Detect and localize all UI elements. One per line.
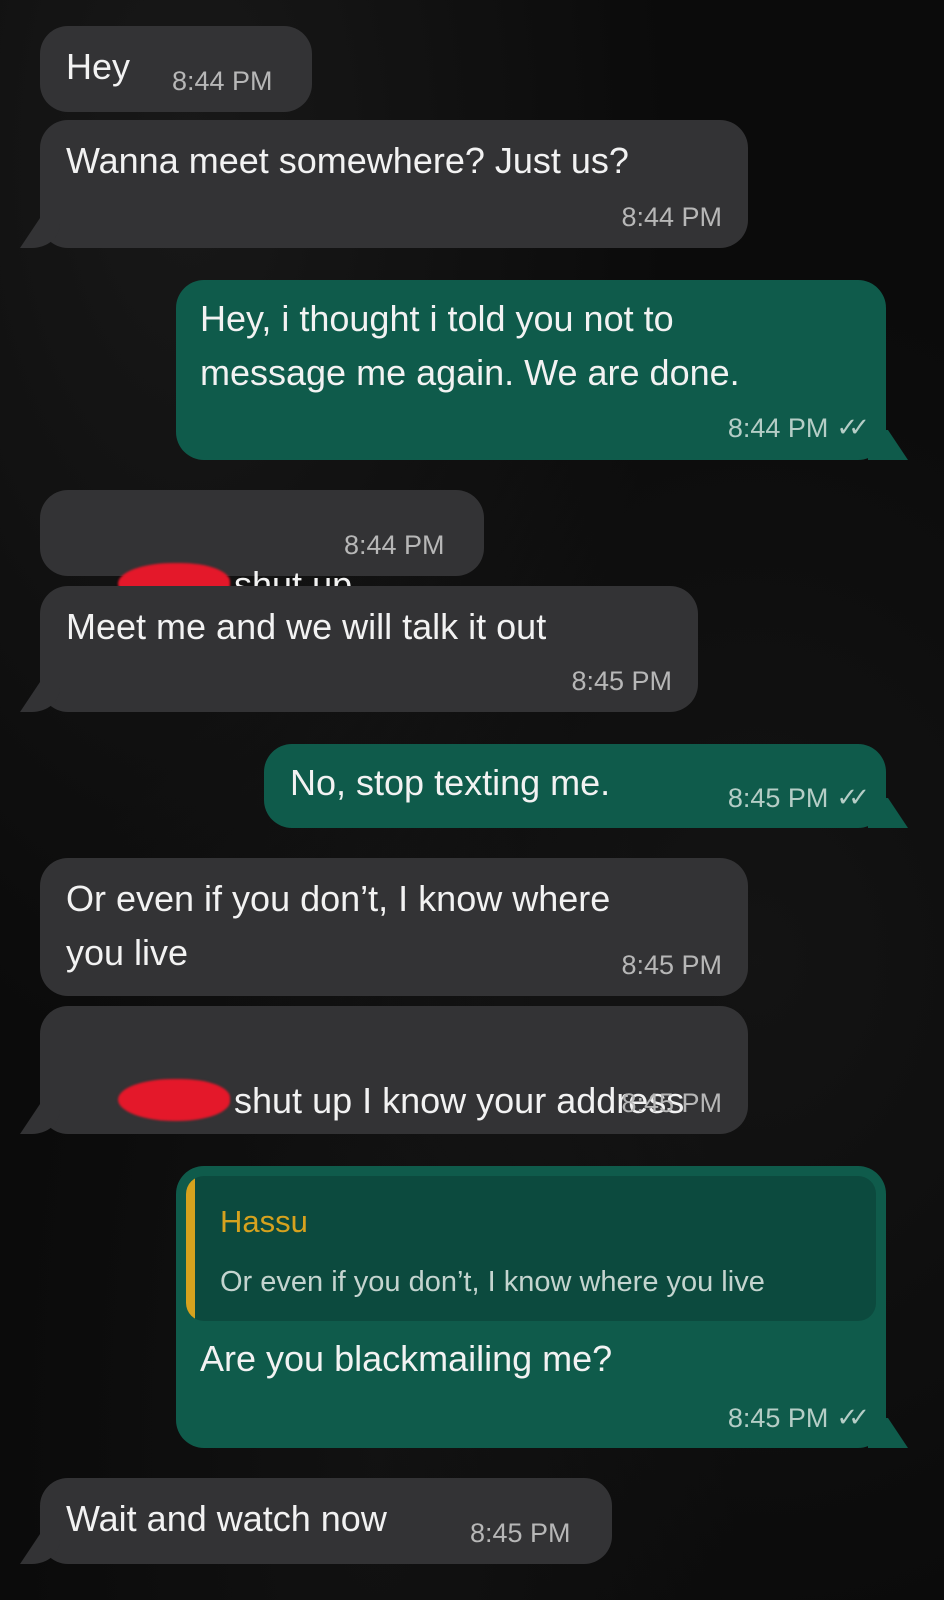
quote-accent-bar — [186, 1176, 195, 1321]
incoming-message[interactable]: Meet me and we will talk it out 8:45 PM — [40, 586, 698, 712]
incoming-message[interactable]: Wanna meet somewhere? Just us? 8:44 PM — [40, 120, 748, 248]
message-text-content: shut up I know your address — [234, 1080, 685, 1121]
message-time: 8:44 PM — [344, 530, 445, 560]
incoming-message[interactable]: shut up I know your address 8:45 PM — [40, 1006, 748, 1134]
message-meta: 8:44 PM ✓✓ — [727, 412, 870, 444]
message-text: Meet me and we will talk it out — [66, 606, 547, 647]
message-text: Are you blackmailing me? — [200, 1338, 613, 1379]
message-text: shut up I know your address — [58, 1020, 684, 1182]
message-time: 8:45 PM — [621, 1088, 722, 1118]
redaction-mark — [118, 1079, 231, 1121]
message-text: Wait and watch now — [66, 1498, 387, 1539]
incoming-message[interactable]: shut up 8:44 PM — [40, 490, 484, 605]
incoming-message[interactable]: Or even if you don’t, I know where you l… — [40, 858, 748, 996]
quoted-reply[interactable]: Hassu Or even if you don’t, I know where… — [186, 1176, 876, 1321]
message-time: 8:45 PM — [727, 783, 829, 813]
message-text: Or even if you don’t, I know where you l… — [66, 878, 611, 973]
message-time: 8:44 PM — [727, 413, 829, 443]
incoming-message[interactable]: Hey 8:44 PM — [40, 26, 312, 112]
double-check-icon: ✓✓ — [836, 782, 869, 812]
message-time: 8:44 PM — [172, 66, 273, 96]
quote-sender-name: Hassu — [220, 1204, 308, 1239]
message-time: 8:44 PM — [621, 202, 722, 232]
message-time: 8:45 PM — [621, 950, 722, 980]
message-meta: 8:45 PM ✓✓ — [727, 1402, 870, 1434]
outgoing-message[interactable]: No, stop texting me. 8:45 PM ✓✓ — [264, 744, 886, 828]
quote-text: Or even if you don’t, I know where you l… — [220, 1266, 765, 1298]
chat-thread[interactable]: Hey 8:44 PM Wanna meet somewhere? Just u… — [0, 0, 944, 1600]
message-time: 8:45 PM — [470, 1518, 571, 1548]
message-text: Hey — [66, 46, 131, 87]
incoming-message[interactable]: Wait and watch now 8:45 PM — [40, 1478, 612, 1564]
message-text: Wanna meet somewhere? Just us? — [66, 140, 629, 181]
message-text: Hey, i thought i told you not to message… — [200, 298, 740, 393]
message-text: No, stop texting me. — [290, 762, 611, 803]
message-time: 8:45 PM — [571, 666, 672, 696]
double-check-icon: ✓✓ — [836, 1402, 869, 1432]
message-time: 8:45 PM — [727, 1403, 829, 1433]
message-meta: 8:45 PM ✓✓ — [727, 782, 870, 814]
outgoing-message[interactable]: Hassu Or even if you don’t, I know where… — [176, 1166, 886, 1448]
outgoing-message[interactable]: Hey, i thought i told you not to message… — [176, 280, 886, 460]
double-check-icon: ✓✓ — [836, 412, 869, 442]
